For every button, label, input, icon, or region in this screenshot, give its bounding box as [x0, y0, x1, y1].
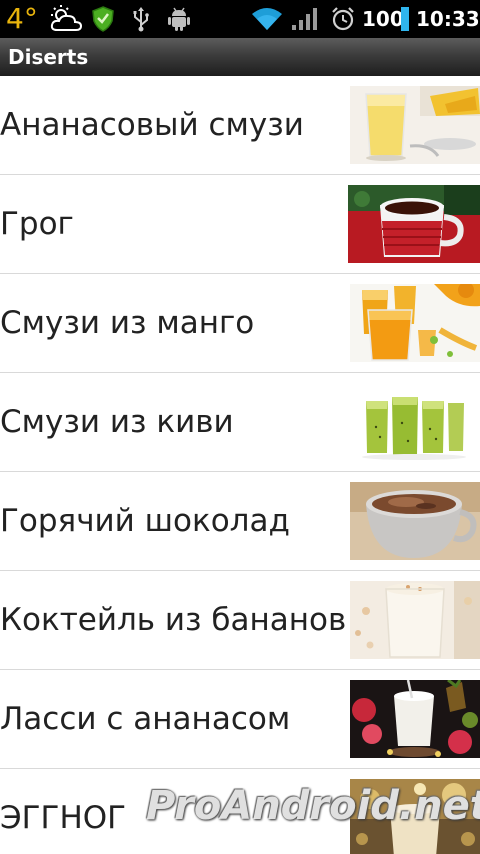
clock: 10:33: [416, 7, 480, 31]
battery-icon: [400, 0, 410, 38]
list-item-label: Ласси с ананасом: [0, 701, 291, 737]
shield-icon: [90, 0, 116, 38]
list-item-label: Грог: [0, 206, 74, 242]
title-bar: Diserts: [0, 38, 480, 77]
temperature-readout: 4°: [6, 2, 38, 35]
list-item[interactable]: Ананасовый смузи: [0, 76, 480, 175]
kiwi-smoothie-photo: [350, 383, 480, 461]
status-bar: 4° 100 10:33: [0, 0, 480, 38]
list-item-label: ЭГГНОГ: [0, 800, 127, 836]
list-item-label: Смузи из манго: [0, 305, 255, 341]
weather-cloud-sun-icon: [46, 0, 86, 38]
banana-cocktail-photo: [350, 581, 480, 659]
mango-smoothie-photo: [350, 284, 480, 362]
list-item-label: Смузи из киви: [0, 404, 234, 440]
android-debug-icon: [166, 0, 192, 38]
pineapple-lassi-photo: [350, 680, 480, 758]
dessert-list: Ананасовый смузи Грог Смузи из манго Сму…: [0, 76, 480, 854]
list-item[interactable]: Смузи из манго: [0, 274, 480, 373]
list-item[interactable]: Смузи из киви: [0, 373, 480, 472]
list-item-label: Горячий шоколад: [0, 503, 290, 539]
hot-chocolate-photo: [350, 482, 480, 560]
grog-photo: [348, 185, 480, 263]
watermark: ProAndroid.net: [146, 783, 480, 829]
list-item[interactable]: Ласси с ананасом: [0, 670, 480, 769]
wifi-icon: [250, 0, 284, 38]
list-item[interactable]: Коктейль из бананов: [0, 571, 480, 670]
list-item-label: Ананасовый смузи: [0, 107, 304, 143]
alarm-icon: [330, 0, 356, 38]
signal-icon: [290, 0, 320, 38]
list-item-label: Коктейль из бананов: [0, 602, 347, 638]
usb-icon: [130, 0, 152, 38]
page-title: Diserts: [8, 45, 89, 69]
pineapple-smoothie-photo: [350, 86, 480, 164]
list-item[interactable]: Грог: [0, 175, 480, 274]
battery-percent: 100: [362, 7, 404, 31]
list-item[interactable]: Горячий шоколад: [0, 472, 480, 571]
